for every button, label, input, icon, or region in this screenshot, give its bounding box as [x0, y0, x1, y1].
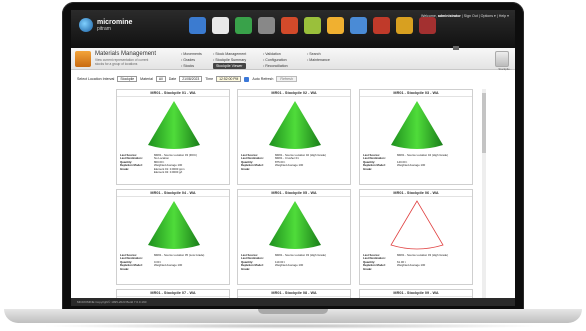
stockpile-title: MR01 - Stockpile 01 - WA [117, 90, 229, 97]
stockpile-info: Last Source: MR01 - Source Location 05 (L… [120, 253, 204, 271]
stockpile-info: Last Source: MR01 - Source Location 03 (R… [120, 153, 197, 175]
auto-refresh-checkbox[interactable] [244, 76, 250, 82]
date-input[interactable]: 21/08/2023 [179, 76, 203, 82]
stockpile-cone-filled [391, 101, 443, 149]
gauge-icon[interactable] [258, 17, 275, 34]
location-label: Select Location Interval [77, 77, 115, 81]
stockpile-title: MR01 - Stockpile 05 - WA [238, 190, 350, 197]
chart-icon[interactable] [212, 17, 229, 34]
globe-icon[interactable] [235, 17, 252, 34]
grade-label: Grade: [120, 166, 130, 171]
menu-column-1: Movements Grades Stocks [181, 51, 202, 69]
scrollbar-thumb[interactable] [482, 93, 486, 153]
collapse-tab-icon[interactable] [453, 46, 459, 50]
menu-column-2: Stock Management Stockpile Summary Stock… [213, 51, 246, 69]
stockpile-title: MR01 - Stockpile 07 - WA [117, 290, 229, 297]
app-launcher [189, 17, 436, 34]
logo: micromine pitram [79, 18, 132, 32]
grade-label: Grade: [120, 266, 130, 271]
user-name: administrator [437, 14, 461, 18]
grade-value [275, 268, 326, 271]
puzzle-icon[interactable] [373, 17, 390, 34]
top-bar: micromine pitram Welcome, administrator … [71, 10, 515, 48]
refresh-button[interactable]: Refresh [276, 76, 297, 82]
grade-value [154, 268, 204, 271]
stockpile-card[interactable]: MR01 - Stockpile 02 - WA Last Source: MR01… [237, 89, 351, 185]
menu-stocks[interactable]: Stocks [181, 63, 202, 69]
grade-value [275, 168, 326, 171]
cube-icon[interactable] [189, 17, 206, 34]
footer: MICROMINE Copyright© 1995-2023 Build 7.6… [71, 298, 515, 306]
stockpile-cone-filled [269, 101, 321, 149]
grade-value [397, 168, 448, 171]
materials-icon [75, 51, 91, 67]
location-select[interactable]: Stockpile [117, 76, 138, 82]
menu-column-3: Validation Configuration Reconciliation [263, 51, 287, 69]
stockpile-card[interactable]: MR01 - Stockpile 01 - WA Last Source: MR01… [116, 89, 230, 185]
module-title: Materials Management [95, 51, 157, 57]
module-ribbon: Materials Management View current repres… [71, 46, 515, 71]
auto-refresh-label: Auto Refresh [252, 77, 274, 81]
date-label: Date [168, 77, 177, 81]
logo-mark-icon [79, 18, 93, 32]
stockpile-card[interactable]: MR01 - Stockpile 06 - WA Last Source: MR01… [359, 189, 473, 285]
grade-label: Grade: [241, 266, 251, 271]
grade-value: Element 01: 0.0000 ppm Element 02: 0.000… [154, 166, 185, 175]
logo-sub: pitram [97, 25, 111, 32]
stockpile-title: MR01 - Stockpile 08 - WA [238, 290, 350, 297]
module-description: View current representation of current s… [95, 58, 149, 66]
laptop-notch [258, 309, 328, 314]
time-input[interactable]: 12:52:00 PM [216, 76, 242, 82]
logo-name: micromine [97, 18, 133, 26]
stockpile-title: MR01 - Stockpile 03 - WA [360, 90, 472, 97]
stockpile-card[interactable]: MR01 - Stockpile 05 - WA Last Source: MR01… [237, 189, 351, 285]
stockpile-info: Last Source: MR01 - Source Location 03 (H… [363, 253, 448, 271]
filter-bar: Select Location Interval Stockpile Mater… [71, 74, 515, 84]
stockpile-title: MR01 - Stockpile 04 - WA [117, 190, 229, 197]
clipboard-icon[interactable] [396, 17, 413, 34]
laptop-shadow [40, 323, 546, 329]
user-links[interactable]: | Sign Out | Options ▾ | Help ▾ [462, 14, 509, 18]
menu-reconciliation[interactable]: Reconciliation [263, 63, 287, 69]
stockpile-cone-filled [269, 201, 321, 249]
stockpile-card[interactable]: MR01 - Stockpile 04 - WA Last Source: MR01… [116, 189, 230, 285]
menu-column-4: Search Maintenance [307, 51, 330, 63]
material-select[interactable]: All [155, 76, 166, 82]
grade-label: Grade: [363, 166, 373, 171]
stockpile-cone-filled [148, 201, 200, 249]
stockpile-shortcut-button[interactable] [495, 51, 509, 67]
stockpile-title: MR01 - Stockpile 06 - WA [360, 190, 472, 197]
stockpile-card[interactable]: MR01 - Stockpile 03 - WA Last Source: MR01… [359, 89, 473, 185]
grade-value [397, 268, 448, 271]
grade-label: Grade: [241, 166, 251, 171]
grade-label: Grade: [363, 266, 373, 271]
stockpile-cone-filled [148, 101, 200, 149]
menu-stockpile-viewer[interactable]: Stockpile Viewer [213, 63, 246, 69]
bars-icon[interactable] [281, 17, 298, 34]
stockpile-cone-empty [390, 200, 444, 250]
car-icon[interactable] [350, 17, 367, 34]
welcome-text: Welcome, [420, 14, 437, 18]
screen: micromine pitram Welcome, administrator … [71, 10, 515, 306]
stockpile-info: Last Source: MR01 - Source Location 02 (H… [241, 153, 326, 171]
stockpile-info: Last Source: MR01 - Source Location 03 (H… [241, 253, 326, 271]
doc-icon[interactable] [304, 17, 321, 34]
stockpile-shortcut-label: Stockpile... [498, 67, 512, 71]
stockpile-grid: MR01 - Stockpile 01 - WA Last Source: MR01… [116, 89, 474, 303]
time-label: Time [205, 77, 214, 81]
vertical-scrollbar[interactable] [482, 89, 486, 303]
stockpile-title: MR01 - Stockpile 02 - WA [238, 90, 350, 97]
person-icon[interactable] [327, 17, 344, 34]
tools-icon[interactable] [419, 17, 436, 34]
user-bar: Welcome, administrator | Sign Out | Opti… [421, 14, 509, 18]
menu-maintenance[interactable]: Maintenance [307, 57, 330, 63]
stockpile-info: Last Source: MR01 - Source Location 04 (H… [363, 153, 448, 171]
stockpile-title: MR01 - Stockpile 09 - WA [360, 290, 472, 297]
material-label: Material [140, 77, 153, 81]
